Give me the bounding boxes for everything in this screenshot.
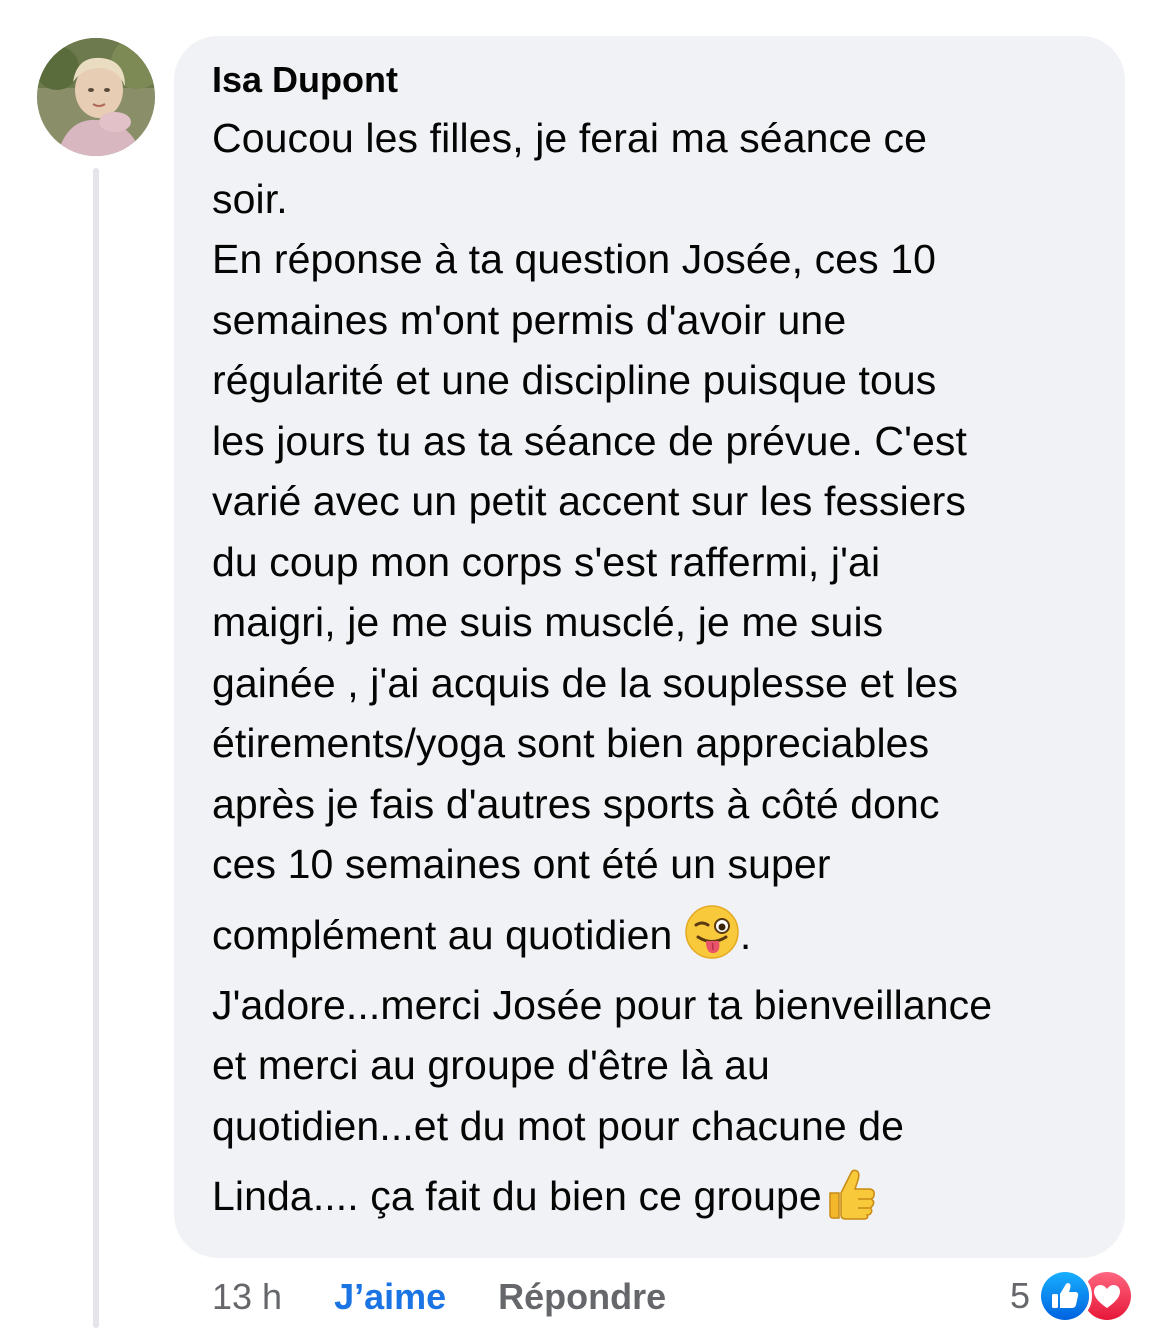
comment-line-with-emoji: complément au quotidien . [212, 895, 1095, 975]
comment-actions: 13 h J’aime Répondre [212, 1272, 666, 1322]
comment-line-text: . [739, 911, 752, 958]
comment-line-with-emoji: Linda.... ça fait du bien ce groupe [212, 1156, 1095, 1236]
comment-line: régularité et une discipline puisque tou… [212, 357, 937, 403]
comment-line: Coucou les filles, je ferai ma séance ce [212, 115, 928, 161]
thumbs-up-icon [822, 1165, 878, 1221]
comment-line: J'adore...merci Josée pour ta bienveilla… [212, 981, 993, 1028]
comment-line: étirements/yoga sont bien appreciables [212, 720, 930, 766]
comment-line: varié avec un petit accent sur les fessi… [212, 478, 967, 524]
reaction-count: 5 [1009, 1275, 1030, 1316]
comment-line: En réponse à ta question Josée, ces 10 [212, 236, 937, 282]
comment-bubble: Isa Dupont Coucou les filles, je ferai m… [174, 36, 1125, 1258]
comment-line: soir. [212, 175, 288, 222]
comment-line: gainée , j'ai acquis de la souplesse et … [212, 659, 959, 706]
thread-line [93, 168, 99, 1328]
comment-timestamp[interactable]: 13 h [212, 1276, 282, 1318]
like-button[interactable]: J’aime [334, 1276, 446, 1318]
comment-line: après je fais d'autres sports à côté don… [212, 780, 940, 827]
comment-text: Coucou les filles, je ferai ma séance ce… [212, 108, 1095, 1236]
comment-line-text: complément au quotidien [212, 911, 684, 958]
reactions-summary[interactable]: 5 [1010, 1268, 1134, 1324]
avatar-photo [37, 38, 155, 156]
author-name[interactable]: Isa Dupont [212, 56, 1095, 104]
comment-line: semaines m'ont permis d'avoir une [212, 296, 847, 343]
comment-line: maigri, je me suis musclé, je me suis [212, 599, 884, 645]
comment-line-text: Linda.... ça fait du bien ce groupe [212, 1173, 822, 1219]
comment-line: et merci au groupe d'être là au [212, 1042, 770, 1088]
like-icon [1038, 1269, 1092, 1323]
comment-line: quotidien...et du mot pour chacune de [212, 1102, 905, 1149]
comment-line: les jours tu as ta séance de prévue. C'e… [212, 417, 967, 464]
comment-line: du coup mon corps s'est raffermi, j'ai [212, 538, 881, 585]
winking-face-with-tongue-icon [684, 904, 740, 960]
comment-line: ces 10 semaines ont été un super [212, 841, 831, 887]
avatar[interactable] [37, 38, 155, 156]
reply-button[interactable]: Répondre [498, 1276, 666, 1318]
